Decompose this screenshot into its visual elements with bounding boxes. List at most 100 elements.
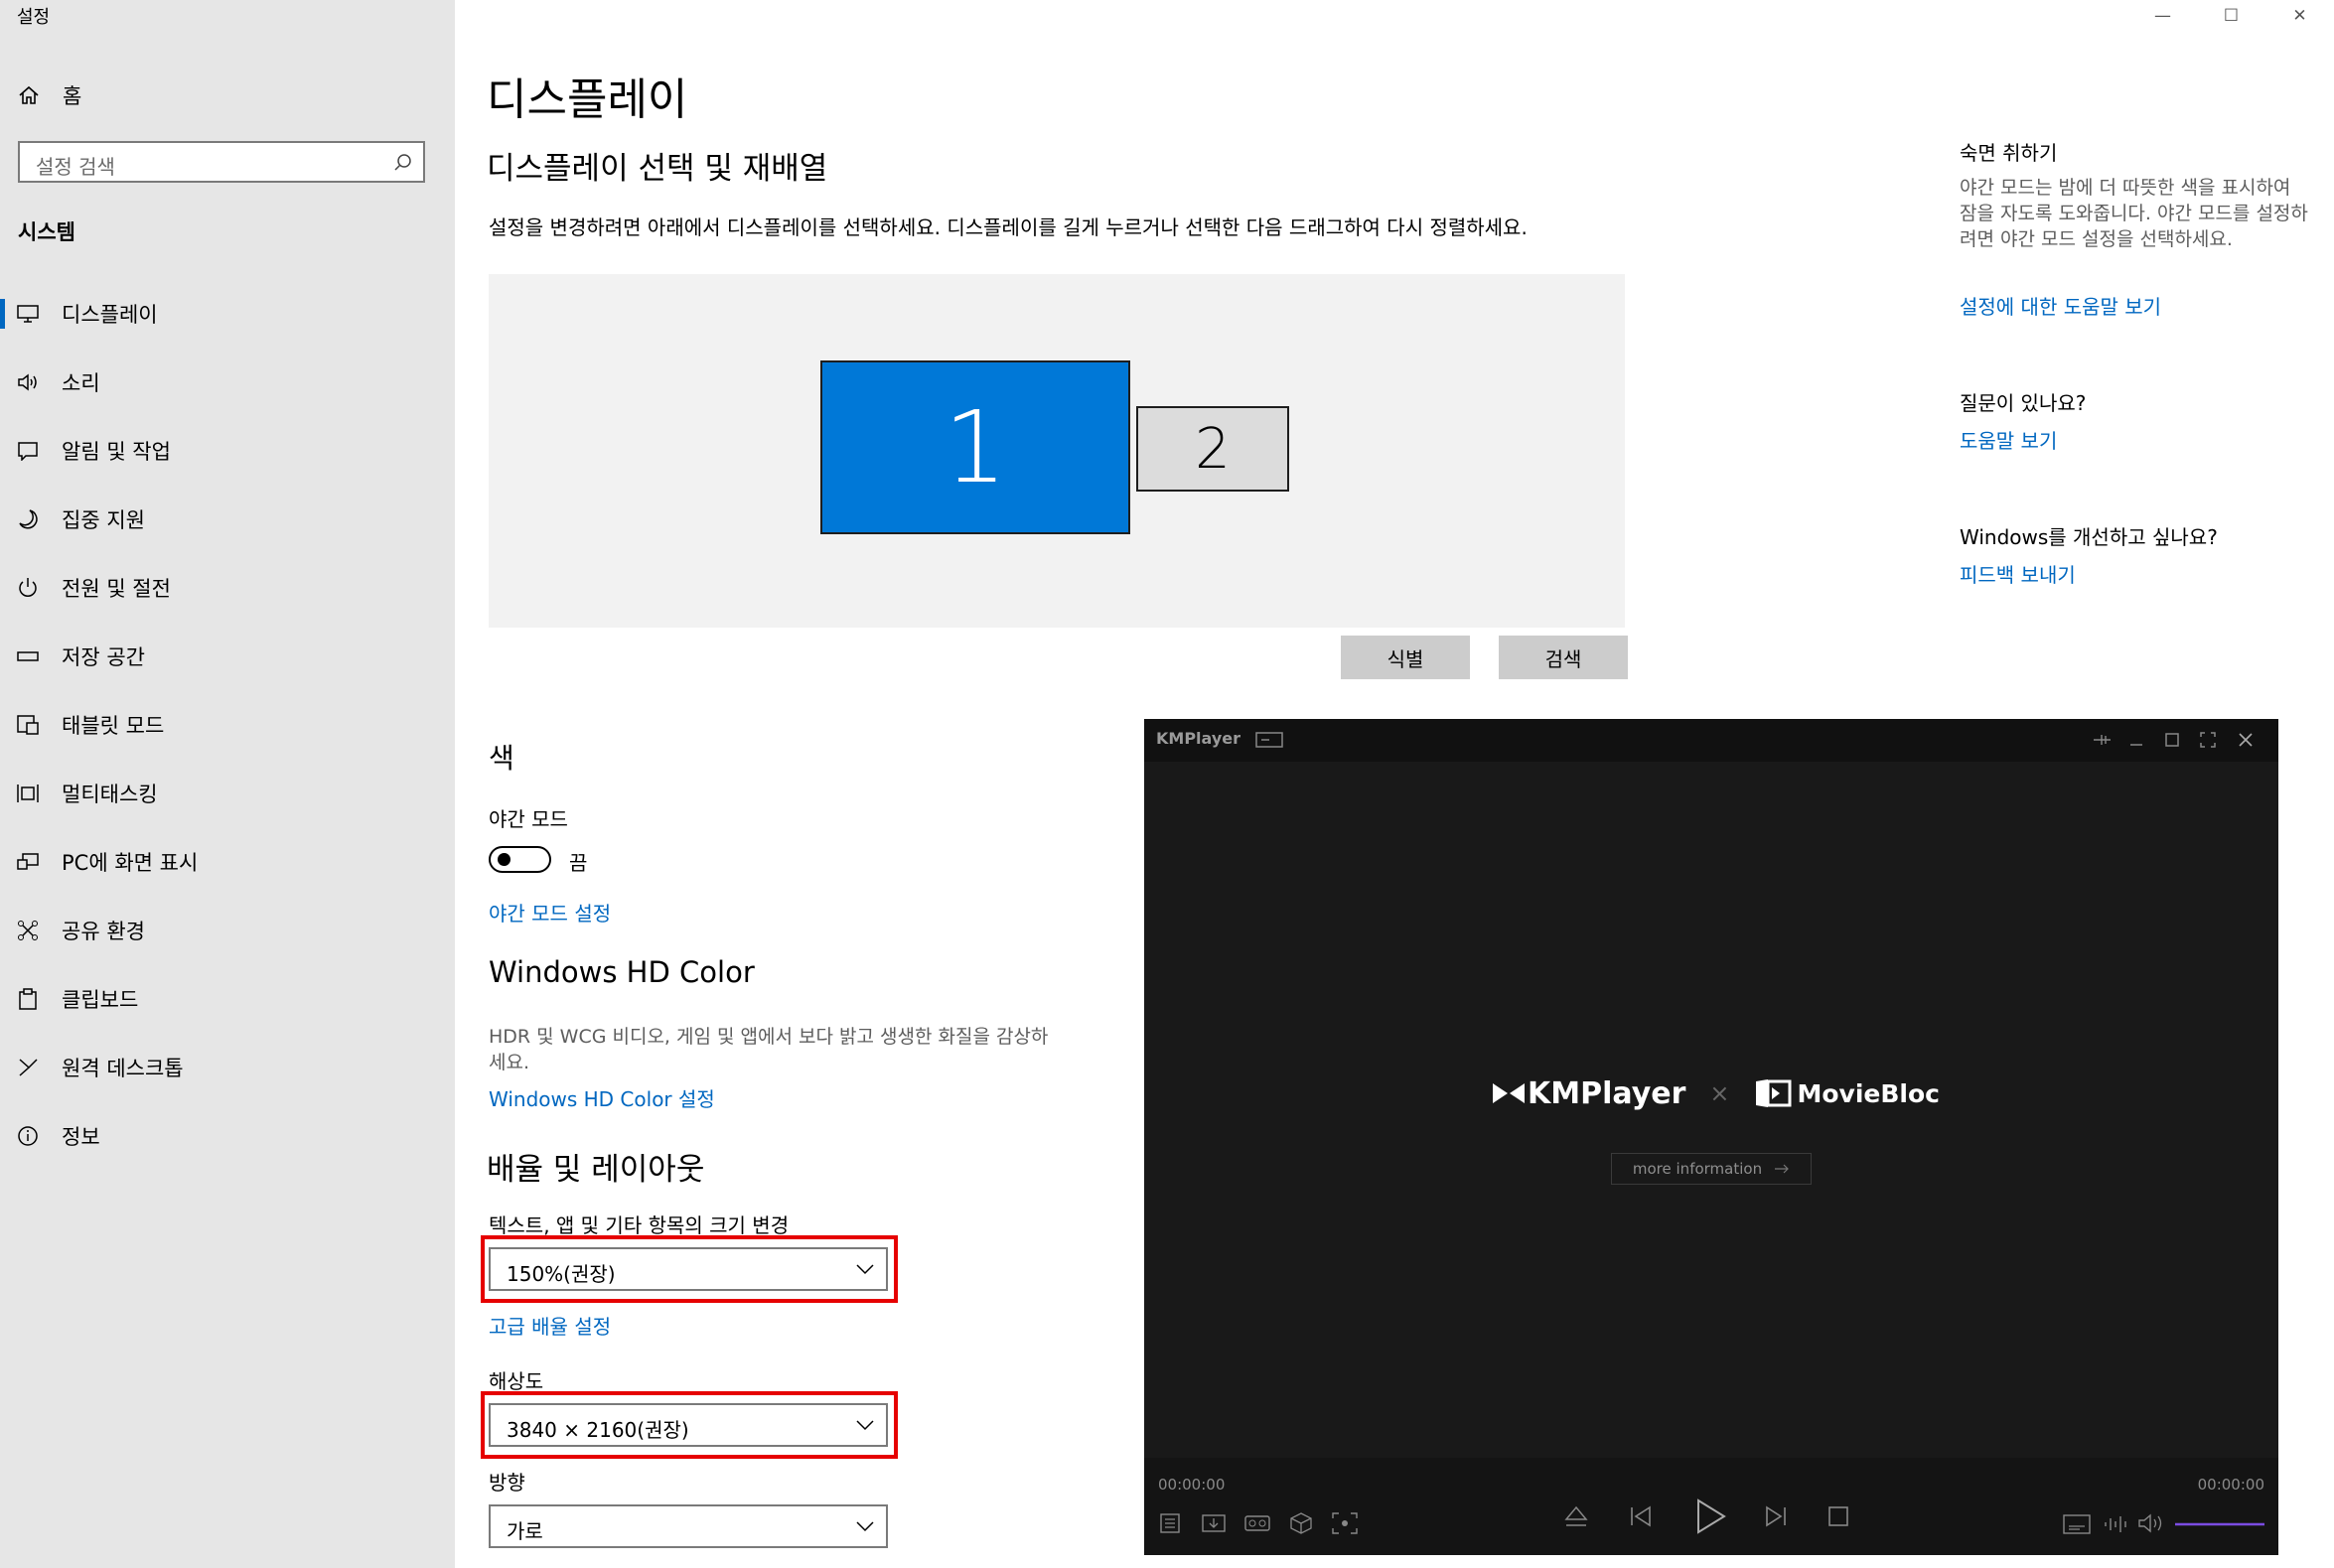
scale-label: 텍스트, 앱 및 기타 항목의 크기 변경 [489,1213,790,1237]
sidebar-item-tablet[interactable]: 태블릿 모드 [0,696,455,754]
sidebar-item-power[interactable]: 전원 및 절전 [0,559,455,617]
sidebar-item-multitasking[interactable]: 멀티태스킹 [0,765,455,822]
sidebar-item-label: 정보 [62,1125,100,1149]
sidebar-item-about[interactable]: 정보 [0,1107,455,1165]
arrange-heading: 디스플레이 선택 및 재배열 [487,151,828,187]
detect-button[interactable]: 검색 [1499,636,1628,679]
color-heading: 색 [489,742,514,775]
notification-icon [17,440,39,462]
search-input[interactable]: 설정 검색 [18,141,425,183]
total-time: 00:00:00 [2197,1476,2264,1494]
maximize-button[interactable]: ☐ [2197,0,2265,32]
next-icon[interactable] [1763,1501,1789,1531]
sidebar-item-clipboard[interactable]: 클립보드 [0,970,455,1028]
volume-slider[interactable] [2175,1521,2264,1527]
3d-icon[interactable] [1288,1511,1314,1535]
help-link[interactable]: 도움말 보기 [1960,425,2057,454]
more-information-button[interactable]: more information [1611,1153,1812,1185]
night-mode-settings-link[interactable]: 야간 모드 설정 [489,898,611,927]
advanced-scale-link[interactable]: 고급 배율 설정 [489,1311,611,1340]
monitor-icon [17,303,39,325]
sidebar-item-home[interactable]: 홈 [18,80,81,110]
feedback-link[interactable]: 피드백 보내기 [1960,559,2076,588]
sidebar-item-label: 멀티태스킹 [62,783,158,806]
eject-icon[interactable] [1563,1501,1589,1531]
scale-dropdown[interactable]: 150%(권장) [489,1247,888,1291]
minimize-icon[interactable] [2127,731,2145,749]
capture-icon[interactable] [1201,1511,1227,1535]
moon-icon [17,508,39,530]
identify-button[interactable]: 식별 [1341,636,1470,679]
app-title: 설정 [17,7,51,28]
minimize-button[interactable]: — [2128,0,2197,32]
improve-title: Windows를 개선하고 싶나요? [1960,525,2218,549]
volume-icon[interactable] [2137,1511,2167,1535]
storage-icon [17,645,39,667]
sidebar-item-focus[interactable]: 집중 지원 [0,491,455,548]
playlist-icon[interactable] [1158,1511,1182,1535]
tablet-icon [17,714,39,736]
arrange-description: 설정을 변경하려면 아래에서 디스플레이를 선택하세요. 디스플레이를 길게 누… [489,215,1528,239]
sidebar-item-shared[interactable]: 공유 환경 [0,902,455,959]
sidebar: 설정 홈 설정 검색 시스템 디스플레이 소리 알림 및 작업 집중 지원 전원… [0,0,455,1568]
sidebar-item-label: 알림 및 작업 [62,440,171,464]
chevron-down-icon [856,1420,874,1431]
previous-icon[interactable] [1628,1501,1654,1531]
sidebar-item-display[interactable]: 디스플레이 [0,285,455,343]
close-icon[interactable] [2237,731,2255,749]
sidebar-item-label: 원격 데스크톱 [62,1057,184,1080]
sidebar-item-label: 집중 지원 [62,508,145,532]
kmplayer-controlbar: 00:00:00 00:00:00 [1144,1458,2278,1555]
sidebar-item-label: 클립보드 [62,988,139,1012]
kmplayer-window[interactable]: KMPlayer KMPlayer × MovieBloc more infor… [1144,719,2278,1555]
vr-icon[interactable] [1243,1511,1271,1535]
orientation-dropdown[interactable]: 가로 [489,1504,888,1548]
monitor-1[interactable]: 1 [820,360,1130,534]
sidebar-item-label: 소리 [62,371,100,395]
subtitle-icon[interactable] [2062,1513,2092,1535]
remote-icon [17,1057,39,1078]
sidebar-item-notifications[interactable]: 알림 및 작업 [0,422,455,480]
current-time: 00:00:00 [1158,1476,1226,1494]
play-icon[interactable] [1690,1496,1730,1537]
logo-separator: × [1709,1079,1730,1107]
night-mode-label: 야간 모드 [489,807,568,831]
resolution-label: 해상도 [489,1369,544,1393]
sidebar-item-label: 전원 및 절전 [62,577,171,601]
hd-color-settings-link[interactable]: Windows HD Color 설정 [489,1083,715,1112]
fullscreen-icon[interactable] [2199,731,2217,749]
kmplayer-title: KMPlayer [1156,729,1241,748]
sleep-help-link[interactable]: 설정에 대한 도움말 보기 [1960,291,2161,320]
stop-icon[interactable] [1827,1505,1849,1527]
sidebar-item-project[interactable]: PC에 화면 표시 [0,833,455,891]
sidebar-item-label: 홈 [63,84,82,108]
playlist-toggle-icon[interactable] [1255,732,1283,748]
equalizer-icon[interactable] [2103,1513,2130,1535]
sleep-description: 야간 모드는 밤에 더 따뜻한 색을 표시하여 잠을 자도록 도와줍니다. 야간… [1960,177,2308,250]
sidebar-item-label: PC에 화면 표시 [62,851,199,875]
maximize-icon[interactable] [2163,731,2181,749]
sidebar-item-sound[interactable]: 소리 [0,354,455,411]
sidebar-item-label: 공유 환경 [62,920,145,943]
pin-icon[interactable] [2092,731,2112,749]
sleep-title: 숙면 취하기 [1960,141,2058,165]
chevron-down-icon [856,1521,874,1532]
resolution-dropdown[interactable]: 3840 × 2160(권장) [489,1403,888,1447]
screen-capture-icon[interactable] [1331,1511,1359,1535]
sidebar-item-remote-desktop[interactable]: 원격 데스크톱 [0,1039,455,1096]
monitor-2[interactable]: 2 [1136,406,1289,492]
arrow-right-icon [1775,1164,1789,1174]
kmplayer-titlebar[interactable]: KMPlayer [1144,719,2278,762]
scale-layout-heading: 배율 및 레이아웃 [487,1152,705,1188]
resolution-dropdown-value: 3840 × 2160(권장) [507,1418,689,1442]
close-button[interactable]: ✕ [2265,0,2334,32]
scale-dropdown-value: 150%(권장) [507,1262,616,1286]
question-title: 질문이 있나요? [1960,391,2087,415]
orientation-dropdown-value: 가로 [507,1519,543,1543]
sidebar-item-storage[interactable]: 저장 공간 [0,628,455,685]
sidebar-item-label: 태블릿 모드 [62,714,165,738]
night-mode-state: 끔 [569,851,588,875]
kmplayer-logo-text: KMPlayer [1528,1075,1686,1111]
sidebar-item-label: 저장 공간 [62,645,145,669]
night-mode-toggle[interactable] [489,846,551,873]
